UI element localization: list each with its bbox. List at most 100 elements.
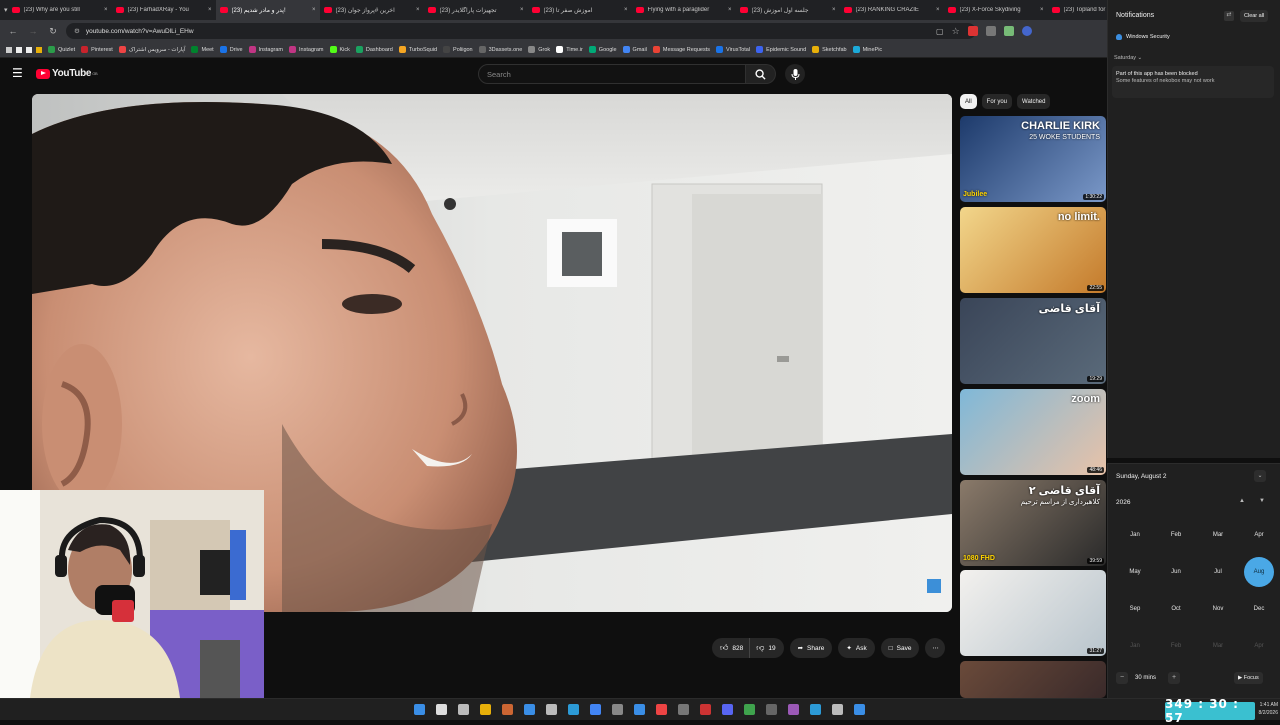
bookmark-item[interactable]: 3Dassets.one <box>478 46 522 53</box>
recommended-video[interactable]: آقای قاضی ۲ کلاهبرداری از مراسم ترحیم 1080… <box>960 480 1106 566</box>
save-button[interactable]: □ Save <box>880 638 920 658</box>
close-tab-icon[interactable]: × <box>1040 7 1044 13</box>
calendar-year[interactable]: 2026 <box>1116 499 1130 506</box>
close-tab-icon[interactable]: × <box>416 7 420 13</box>
app-icon[interactable] <box>744 704 755 715</box>
address-bar[interactable]: ⚙ youtube.com/watch?v=AwuDlLi_EHw <box>66 23 976 39</box>
filter-chip[interactable]: For you <box>981 94 1013 109</box>
notification-card[interactable]: Part of this app has been blocked Some f… <box>1112 66 1274 98</box>
month-cell[interactable]: May <box>1120 557 1150 587</box>
collapse-calendar-button[interactable]: ⌄ <box>1254 470 1266 482</box>
close-tab-icon[interactable]: × <box>104 7 108 13</box>
bookmark-item[interactable]: Time.ir <box>556 46 583 53</box>
apps-icon[interactable] <box>26 46 32 53</box>
bookmark-item[interactable]: Poliigon <box>443 46 473 53</box>
month-cell-next-year[interactable]: Apr <box>1244 631 1274 661</box>
browser-tab[interactable]: (23) تجهیزات پاراگلایدر × <box>424 0 528 20</box>
bookmark-item[interactable]: Meet <box>191 46 214 53</box>
notification-day[interactable]: Saturday ⌄ <box>1114 55 1142 61</box>
bookmark-item[interactable]: TurboSquid <box>398 46 437 53</box>
voice-search-button[interactable] <box>785 64 805 84</box>
bookmark-star-icon[interactable]: ☆ <box>952 26 960 37</box>
filter-chip[interactable]: Watched <box>1017 94 1051 109</box>
close-tab-icon[interactable]: × <box>520 7 524 13</box>
reload-icon[interactable]: ↻ <box>46 24 60 38</box>
month-cell[interactable]: Oct <box>1161 594 1191 624</box>
bookmark-item[interactable]: Kick <box>329 46 350 53</box>
month-cell-next-year[interactable]: Mar <box>1203 631 1233 661</box>
app-icon[interactable] <box>524 704 535 715</box>
previous-year-button[interactable]: ▲ <box>1239 498 1245 504</box>
browser-tab[interactable]: (23) آموزش صفر تا × <box>528 0 632 20</box>
close-tab-icon[interactable]: × <box>728 7 732 13</box>
do-not-disturb-icon[interactable]: ⇄ <box>1224 11 1234 21</box>
bookmark-item[interactable]: Pinterest <box>81 46 113 53</box>
youtube-logo[interactable]: YouTube GB <box>36 68 98 79</box>
app-icon[interactable] <box>568 704 579 715</box>
month-cell[interactable]: Jun <box>1161 557 1191 587</box>
close-tab-icon[interactable]: × <box>832 7 836 13</box>
calculator-icon[interactable] <box>678 704 689 715</box>
bookmark-item[interactable]: Gmail <box>622 46 647 53</box>
recommended-video[interactable] <box>960 661 1106 698</box>
bookmark-item[interactable]: Instagram <box>289 46 324 53</box>
forward-icon[interactable]: → <box>26 24 40 38</box>
month-cell[interactable]: Nov <box>1203 594 1233 624</box>
bookmark-item[interactable]: Sketchfab <box>812 46 847 53</box>
discord-icon[interactable] <box>722 704 733 715</box>
month-cell-next-year[interactable]: Jan <box>1120 631 1150 661</box>
focus-increase-button[interactable]: + <box>1168 672 1180 684</box>
clear-all-button[interactable]: Clear all <box>1240 10 1269 22</box>
close-tab-icon[interactable]: × <box>936 7 940 13</box>
like-button[interactable]: 👍︎ 828 <box>712 638 751 658</box>
recommended-video[interactable]: آقای قاضی 19:29 <box>960 298 1106 384</box>
search-input[interactable]: Search <box>478 64 746 84</box>
browser-tab[interactable]: (23) FarhadXRay - You × <box>112 0 216 20</box>
month-cell[interactable]: Jan <box>1120 520 1150 550</box>
bookmark-item[interactable]: آپارات - سرویس اشتراک <box>118 46 185 53</box>
share-button[interactable]: ➦ Share <box>789 638 833 658</box>
search-icon[interactable] <box>436 704 447 715</box>
bookmark-item[interactable]: Google <box>588 46 617 53</box>
back-icon[interactable]: ← <box>6 24 20 38</box>
app-icon[interactable] <box>788 704 799 715</box>
bookmark-item[interactable]: Instagram <box>248 46 283 53</box>
site-info-icon[interactable]: ⚙ <box>74 27 80 35</box>
app-icon[interactable] <box>832 704 843 715</box>
app-icon[interactable] <box>502 704 513 715</box>
focus-button[interactable]: ▶ Focus <box>1234 672 1263 684</box>
month-cell-next-year[interactable]: Feb <box>1161 631 1191 661</box>
settings-icon[interactable] <box>546 704 557 715</box>
app-icon[interactable] <box>656 704 667 715</box>
dislike-button[interactable]: 👎︎ 19 <box>750 643 783 653</box>
menu-icon[interactable]: ☰ <box>12 67 24 79</box>
browser-tab[interactable]: (23) RANKING CRAZIE × <box>840 0 944 20</box>
browser-tab[interactable]: (23) Topland for tandem× <box>1048 0 1110 20</box>
month-cell[interactable]: Mar <box>1203 520 1233 550</box>
focus-decrease-button[interactable]: − <box>1116 672 1128 684</box>
apps-icon[interactable] <box>6 46 12 53</box>
filter-chip[interactable]: All <box>960 94 977 109</box>
bookmark-item[interactable]: MinePic <box>852 46 882 53</box>
month-cell[interactable]: Sep <box>1120 594 1150 624</box>
chrome-icon[interactable] <box>590 704 601 715</box>
close-tab-icon[interactable]: × <box>624 7 628 13</box>
recommended-video[interactable]: 31:27 <box>960 570 1106 656</box>
browser-tab[interactable]: (23) Why are you still × <box>8 0 112 20</box>
more-actions-button[interactable]: ⋯ <box>925 638 946 658</box>
file-explorer-icon[interactable] <box>480 704 491 715</box>
ask-button[interactable]: ✦ Ask <box>838 638 875 658</box>
browser-tab[interactable]: (23) X-Force Skydiving × <box>944 0 1048 20</box>
bookmark-item[interactable]: VirusTotal <box>716 46 750 53</box>
bookmark-item[interactable]: Epidemic Sound <box>756 46 806 53</box>
bookmark-item[interactable]: Message Requests <box>652 46 710 53</box>
next-year-button[interactable]: ▼ <box>1259 498 1265 504</box>
bookmark-item[interactable]: Grok <box>528 46 550 53</box>
browser-tab[interactable]: (23) پدر و مادر شدیم! × <box>215 0 320 20</box>
month-cell[interactable]: Jul <box>1203 557 1233 587</box>
search-button[interactable] <box>746 64 776 84</box>
bookmark-item[interactable]: Quizlet <box>48 46 75 53</box>
bookmark-item[interactable]: Drive <box>219 46 243 53</box>
month-cell[interactable]: Feb <box>1161 520 1191 550</box>
start-icon[interactable] <box>414 704 425 715</box>
